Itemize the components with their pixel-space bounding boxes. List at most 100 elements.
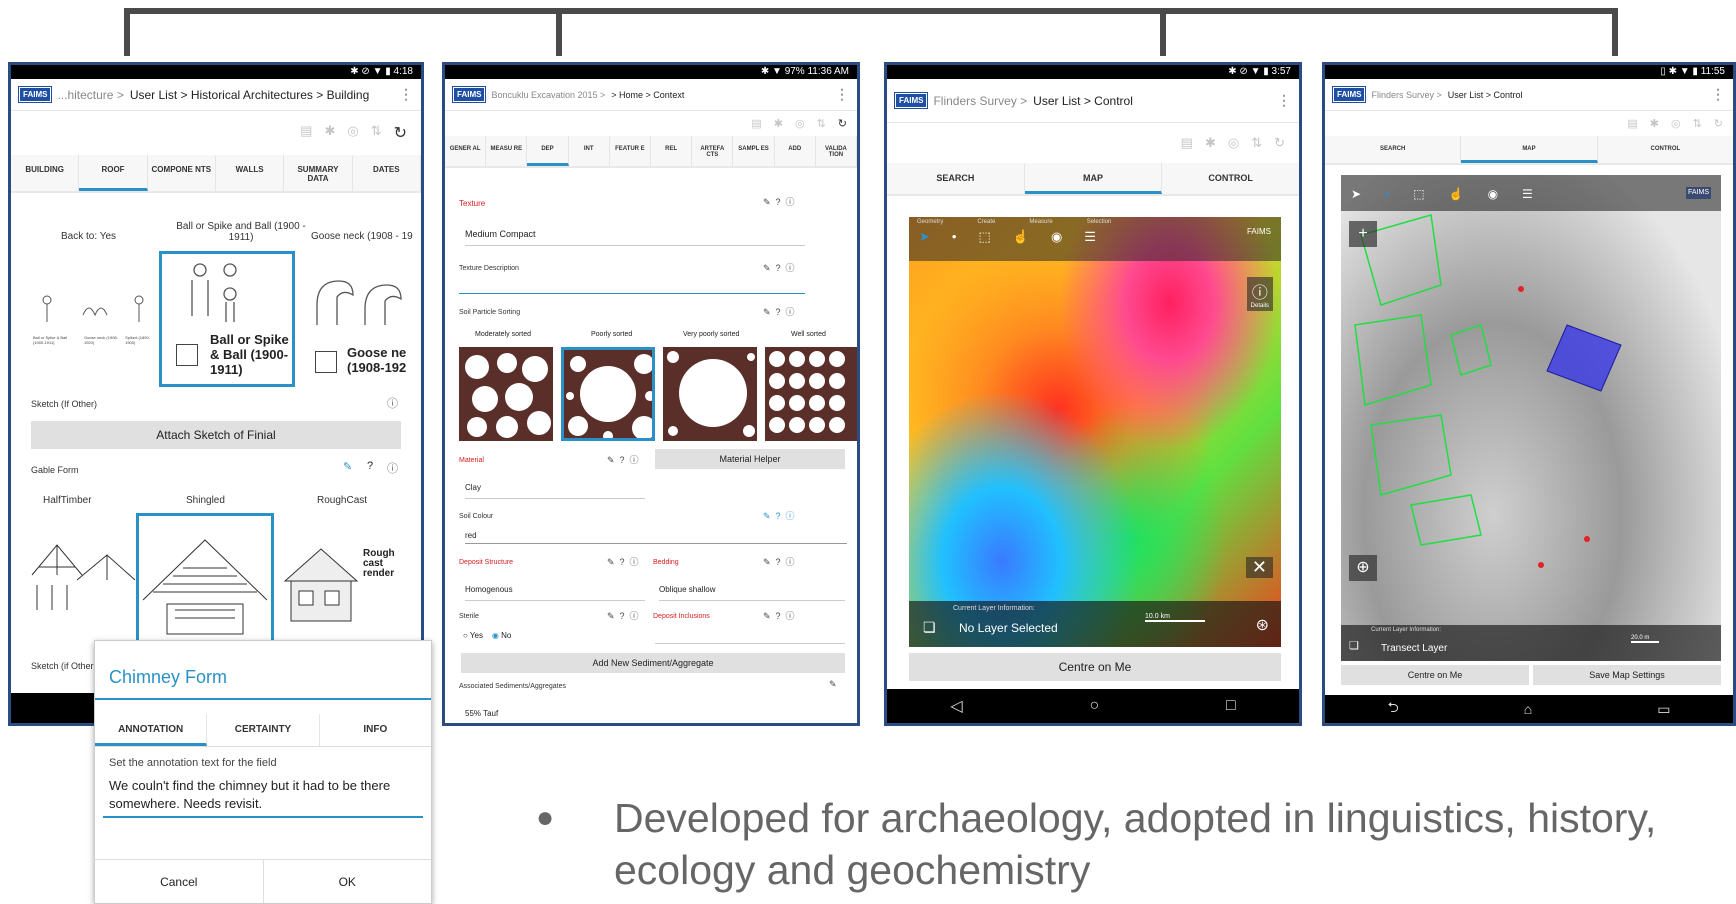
tab-roof[interactable]: ROOF xyxy=(79,155,148,191)
server-icon[interactable]: ◎ xyxy=(347,123,358,143)
touch-tool-icon[interactable]: ☝ xyxy=(1013,229,1029,245)
gps-icon[interactable]: ▤ xyxy=(751,117,761,130)
radio-no[interactable]: ◉ No xyxy=(492,631,511,640)
tracker-tool-icon[interactable]: ◉ xyxy=(1051,229,1062,245)
field-icons[interactable]: ✎ ? ⓘ xyxy=(607,555,639,568)
soil-colour-input[interactable]: red xyxy=(465,531,847,544)
deposit-structure-dropdown[interactable]: Homogenous xyxy=(465,585,645,601)
info-icon[interactable]: ⓘ xyxy=(387,460,398,476)
back-icon[interactable]: ◁ xyxy=(950,696,962,716)
tab-control[interactable]: CONTROL xyxy=(1162,163,1299,194)
annotation-input[interactable]: We couln't find the chimney but it had t… xyxy=(103,777,423,818)
select-tool-icon[interactable]: ➤ xyxy=(919,229,930,245)
material-helper-button[interactable]: Material Helper xyxy=(655,449,845,469)
wifi-icon[interactable]: ⇅ xyxy=(817,117,826,130)
edit-pencil-icon[interactable]: ✎ xyxy=(343,460,352,473)
breadcrumb-prefix[interactable]: Flinders Survey > xyxy=(933,94,1027,108)
checkbox[interactable] xyxy=(315,351,337,373)
bluetooth-icon[interactable]: ✱ xyxy=(774,117,783,130)
tab-components[interactable]: COMPONE NTS xyxy=(148,155,216,191)
tab-search[interactable]: SEARCH xyxy=(1325,136,1462,163)
field-icons[interactable]: ✎ ? ⓘ xyxy=(763,555,795,568)
area-tool-icon[interactable]: ⬚ xyxy=(978,229,990,245)
server-icon[interactable]: ◎ xyxy=(1228,135,1239,151)
field-icons[interactable]: ✎ ? ⓘ xyxy=(763,261,795,274)
sync-icon[interactable]: ↻ xyxy=(394,123,407,143)
breadcrumb[interactable]: User List > Control xyxy=(1033,94,1133,108)
gps-icon[interactable]: ▤ xyxy=(1627,117,1637,130)
finial-ball-option[interactable]: Ball or Spike & Ball (1900-1911) xyxy=(159,251,295,387)
bluetooth-icon[interactable]: ✱ xyxy=(1205,135,1216,151)
field-icons[interactable]: ✎ ? ⓘ xyxy=(763,509,795,522)
locate-icon[interactable]: ⊕ xyxy=(1349,555,1377,581)
tab-validation[interactable]: VALIDA TION xyxy=(816,136,857,166)
tab-measure[interactable]: MEASU RE xyxy=(486,136,528,166)
field-icons[interactable]: ✎ ? ⓘ xyxy=(763,195,795,208)
map-view[interactable]: ➤ • ⬚ ☝ ◉ ☰ FAIMS + ⊕ Current Layer Info… xyxy=(1341,175,1721,661)
recents-icon[interactable]: ▭ xyxy=(1657,701,1670,718)
poorly-sorted-image[interactable] xyxy=(561,347,655,441)
cancel-button[interactable]: Cancel xyxy=(95,860,264,903)
tab-general[interactable]: GENER AL xyxy=(445,136,487,166)
finial-thumbnails-image[interactable]: Ball or Spike & Ball (1900-1911) Goose n… xyxy=(33,290,153,350)
recents-icon[interactable]: □ xyxy=(1226,697,1236,715)
point-tool-icon[interactable]: • xyxy=(952,229,957,245)
overflow-menu-icon[interactable]: ⋮ xyxy=(1711,86,1725,103)
breadcrumb-prefix[interactable]: Flinders Survey > xyxy=(1371,90,1441,100)
server-icon[interactable]: ◎ xyxy=(1671,117,1681,130)
tab-artefacts[interactable]: ARTEFA CTS xyxy=(692,136,734,166)
bluetooth-icon[interactable]: ✱ xyxy=(1650,117,1659,130)
texture-description-input[interactable] xyxy=(459,293,805,294)
overflow-menu-icon[interactable]: ⋮ xyxy=(1277,92,1291,109)
sync-icon[interactable]: ↻ xyxy=(1714,117,1723,130)
config-tool-icon[interactable]: ☰ xyxy=(1084,229,1096,245)
centre-on-me-button[interactable]: Centre on Me xyxy=(1341,665,1529,685)
sync-icon[interactable]: ↻ xyxy=(1274,135,1285,151)
field-icons[interactable]: ✎ ? ⓘ xyxy=(607,609,639,622)
attach-sketch-button[interactable]: Attach Sketch of Finial xyxy=(31,421,401,449)
shingled-option[interactable] xyxy=(136,513,274,645)
wifi-icon[interactable]: ⇅ xyxy=(1251,135,1262,151)
tab-samples[interactable]: SAMPL ES xyxy=(733,136,775,166)
material-dropdown[interactable]: Clay xyxy=(465,483,645,499)
tab-dates[interactable]: DATES xyxy=(353,155,421,191)
bedding-dropdown[interactable]: Oblique shallow xyxy=(659,585,845,601)
breadcrumb-prefix[interactable]: ...hitecture > xyxy=(57,88,123,102)
field-icons[interactable]: ✎ ? ⓘ xyxy=(763,305,795,318)
tab-search[interactable]: SEARCH xyxy=(887,163,1025,194)
deposit-inclusions-input[interactable] xyxy=(655,643,845,644)
texture-dropdown[interactable]: Medium Compact xyxy=(465,229,805,246)
moderately-sorted-image[interactable] xyxy=(459,347,553,441)
details-button[interactable]: ⓘ Details xyxy=(1246,277,1273,311)
save-map-settings-button[interactable]: Save Map Settings xyxy=(1533,665,1721,685)
close-icon[interactable]: ✕ xyxy=(1245,557,1273,578)
sync-icon[interactable]: ↻ xyxy=(838,117,847,130)
server-icon[interactable]: ◎ xyxy=(795,117,805,130)
centre-on-me-button[interactable]: Centre on Me xyxy=(909,653,1281,681)
field-icons[interactable]: ✎ ? ⓘ xyxy=(607,453,639,466)
tab-int[interactable]: INT xyxy=(569,136,610,166)
compass-icon[interactable]: ⊛ xyxy=(1256,615,1269,635)
tab-summary-data[interactable]: SUMMARY DATA xyxy=(284,155,353,191)
layers-icon[interactable]: ❏ xyxy=(1349,639,1359,652)
layers-icon[interactable]: ❏ xyxy=(923,619,936,636)
tab-annotation[interactable]: ANNOTATION xyxy=(95,714,208,746)
add-sediment-button[interactable]: Add New Sediment/Aggregate xyxy=(461,653,845,673)
field-icons[interactable]: ✎ ? ⓘ xyxy=(763,609,795,622)
radio-yes[interactable]: ○ Yes xyxy=(463,631,483,640)
breadcrumb[interactable]: User List > Historical Architectures > B… xyxy=(130,88,369,102)
edit-pencil-icon[interactable]: ✎ xyxy=(829,679,837,690)
tab-info[interactable]: INFO xyxy=(319,714,431,746)
tab-building[interactable]: BUILDING xyxy=(11,155,80,191)
halftimber-image[interactable] xyxy=(27,535,137,615)
tab-rel[interactable]: REL xyxy=(651,136,693,166)
wifi-icon[interactable]: ⇅ xyxy=(371,123,382,143)
tab-map[interactable]: MAP xyxy=(1024,163,1163,194)
finial-goose-option[interactable]: Goose ne (1908-192 xyxy=(311,275,421,385)
tab-dep[interactable]: DEP xyxy=(527,136,569,166)
well-sorted-image[interactable] xyxy=(765,347,859,441)
gps-icon[interactable]: ▤ xyxy=(1181,135,1193,151)
tab-map[interactable]: MAP xyxy=(1461,136,1598,163)
wifi-icon[interactable]: ⇅ xyxy=(1693,117,1702,130)
info-icon[interactable]: ⓘ xyxy=(387,395,398,411)
